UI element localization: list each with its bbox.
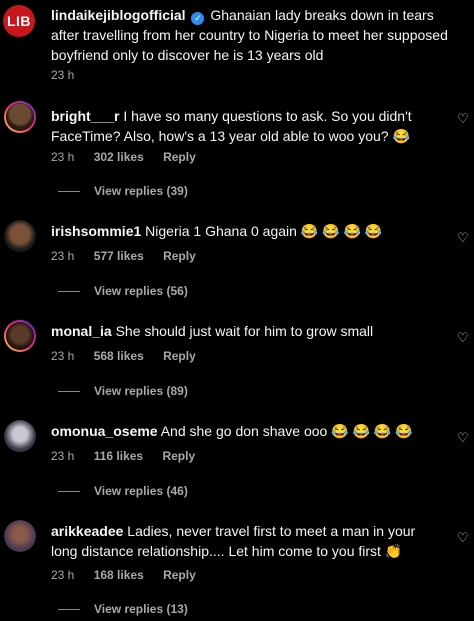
view-replies-button[interactable]: View replies (46) <box>58 484 188 498</box>
comment-text: And she go don shave ooo <box>160 423 328 439</box>
comment-text: She should just wait for him to grow sma… <box>115 323 374 339</box>
comment-emoji: 👏 <box>384 543 403 559</box>
comment-likes[interactable]: 116 likes <box>94 449 143 463</box>
comment-meta: 23 h 302 likes Reply <box>51 150 212 164</box>
post-meta: 23 h <box>51 68 90 82</box>
comment-meta: 23 h 116 likes Reply <box>51 449 211 463</box>
reply-button[interactable]: Reply <box>163 150 196 164</box>
comment-time: 23 h <box>51 349 75 363</box>
comment-body: omonua_oseme And she go don shave ooo 😂 … <box>51 421 441 441</box>
verified-badge-icon: ✓ <box>191 12 205 25</box>
view-replies-button[interactable]: View replies (56) <box>58 284 188 298</box>
comment-text: Nigeria 1 Ghana 0 again <box>145 223 297 239</box>
post-time: 23 h <box>51 68 75 82</box>
replies-divider <box>58 491 80 493</box>
avatar-image <box>6 322 34 350</box>
heart-outline-icon[interactable]: ♡ <box>457 531 469 544</box>
commenter-username[interactable]: bright___r <box>51 108 119 124</box>
avatar-image <box>4 420 36 452</box>
avatar-image <box>6 103 34 131</box>
comment-emoji: 😂 😂 😂 😂 <box>331 423 413 439</box>
comment-body: monal_ia She should just wait for him to… <box>51 321 441 341</box>
replies-divider <box>58 609 80 611</box>
view-replies-label: View replies (56) <box>94 284 188 298</box>
post-caption: lindaikejiblogofficial ✓ Ghanaian lady b… <box>51 5 461 65</box>
heart-outline-icon[interactable]: ♡ <box>457 231 469 244</box>
comment-emoji: 😂 😂 😂 😂 <box>300 223 383 239</box>
heart-outline-icon[interactable]: ♡ <box>457 431 469 444</box>
commenter-avatar[interactable] <box>4 320 36 352</box>
view-replies-label: View replies (46) <box>94 484 188 498</box>
comment-meta: 23 h 168 likes Reply <box>51 568 212 582</box>
comment-time: 23 h <box>51 568 75 582</box>
view-replies-label: View replies (89) <box>94 384 188 398</box>
replies-divider <box>58 391 80 393</box>
comment-body: arikkeadee Ladies, never travel first to… <box>51 521 441 561</box>
commenter-username[interactable]: monal_ia <box>51 323 112 339</box>
replies-divider <box>58 191 80 193</box>
replies-divider <box>58 291 80 293</box>
avatar-image <box>4 220 36 252</box>
view-replies-button[interactable]: View replies (89) <box>58 384 188 398</box>
view-replies-label: View replies (39) <box>94 184 188 198</box>
post-author-username[interactable]: lindaikejiblogofficial <box>51 7 186 23</box>
comment-time: 23 h <box>51 449 75 463</box>
commenter-avatar[interactable] <box>4 420 36 452</box>
comment-meta: 23 h 568 likes Reply <box>51 349 212 363</box>
commenter-username[interactable]: arikkeadee <box>51 523 123 539</box>
comment-emoji: 😂 <box>392 128 410 144</box>
view-replies-label: View replies (13) <box>94 602 188 616</box>
commenter-avatar[interactable] <box>4 101 36 133</box>
comment-body: bright___r I have so many questions to a… <box>51 106 441 146</box>
reply-button[interactable]: Reply <box>163 349 196 363</box>
commenter-username[interactable]: irishsommie1 <box>51 223 141 239</box>
heart-outline-icon[interactable]: ♡ <box>457 112 469 125</box>
commenter-username[interactable]: omonua_oseme <box>51 423 158 439</box>
comment-likes[interactable]: 577 likes <box>94 249 144 263</box>
comment-time: 23 h <box>51 249 75 263</box>
view-replies-button[interactable]: View replies (39) <box>58 184 188 198</box>
heart-outline-icon[interactable]: ♡ <box>457 331 469 344</box>
reply-button[interactable]: Reply <box>162 449 195 463</box>
reply-button[interactable]: Reply <box>163 249 196 263</box>
post-author-avatar[interactable]: LIB <box>3 5 35 37</box>
commenter-avatar[interactable] <box>4 220 36 252</box>
comment-meta: 23 h 577 likes Reply <box>51 249 212 263</box>
avatar-image <box>4 520 36 552</box>
comment-likes[interactable]: 302 likes <box>94 150 144 164</box>
comment-likes[interactable]: 168 likes <box>94 568 144 582</box>
comment-time: 23 h <box>51 150 75 164</box>
comment-body: irishsommie1 Nigeria 1 Ghana 0 again 😂 😂… <box>51 221 441 241</box>
comment-likes[interactable]: 568 likes <box>94 349 144 363</box>
view-replies-button[interactable]: View replies (13) <box>58 602 188 616</box>
commenter-avatar[interactable] <box>4 520 36 552</box>
reply-button[interactable]: Reply <box>163 568 196 582</box>
